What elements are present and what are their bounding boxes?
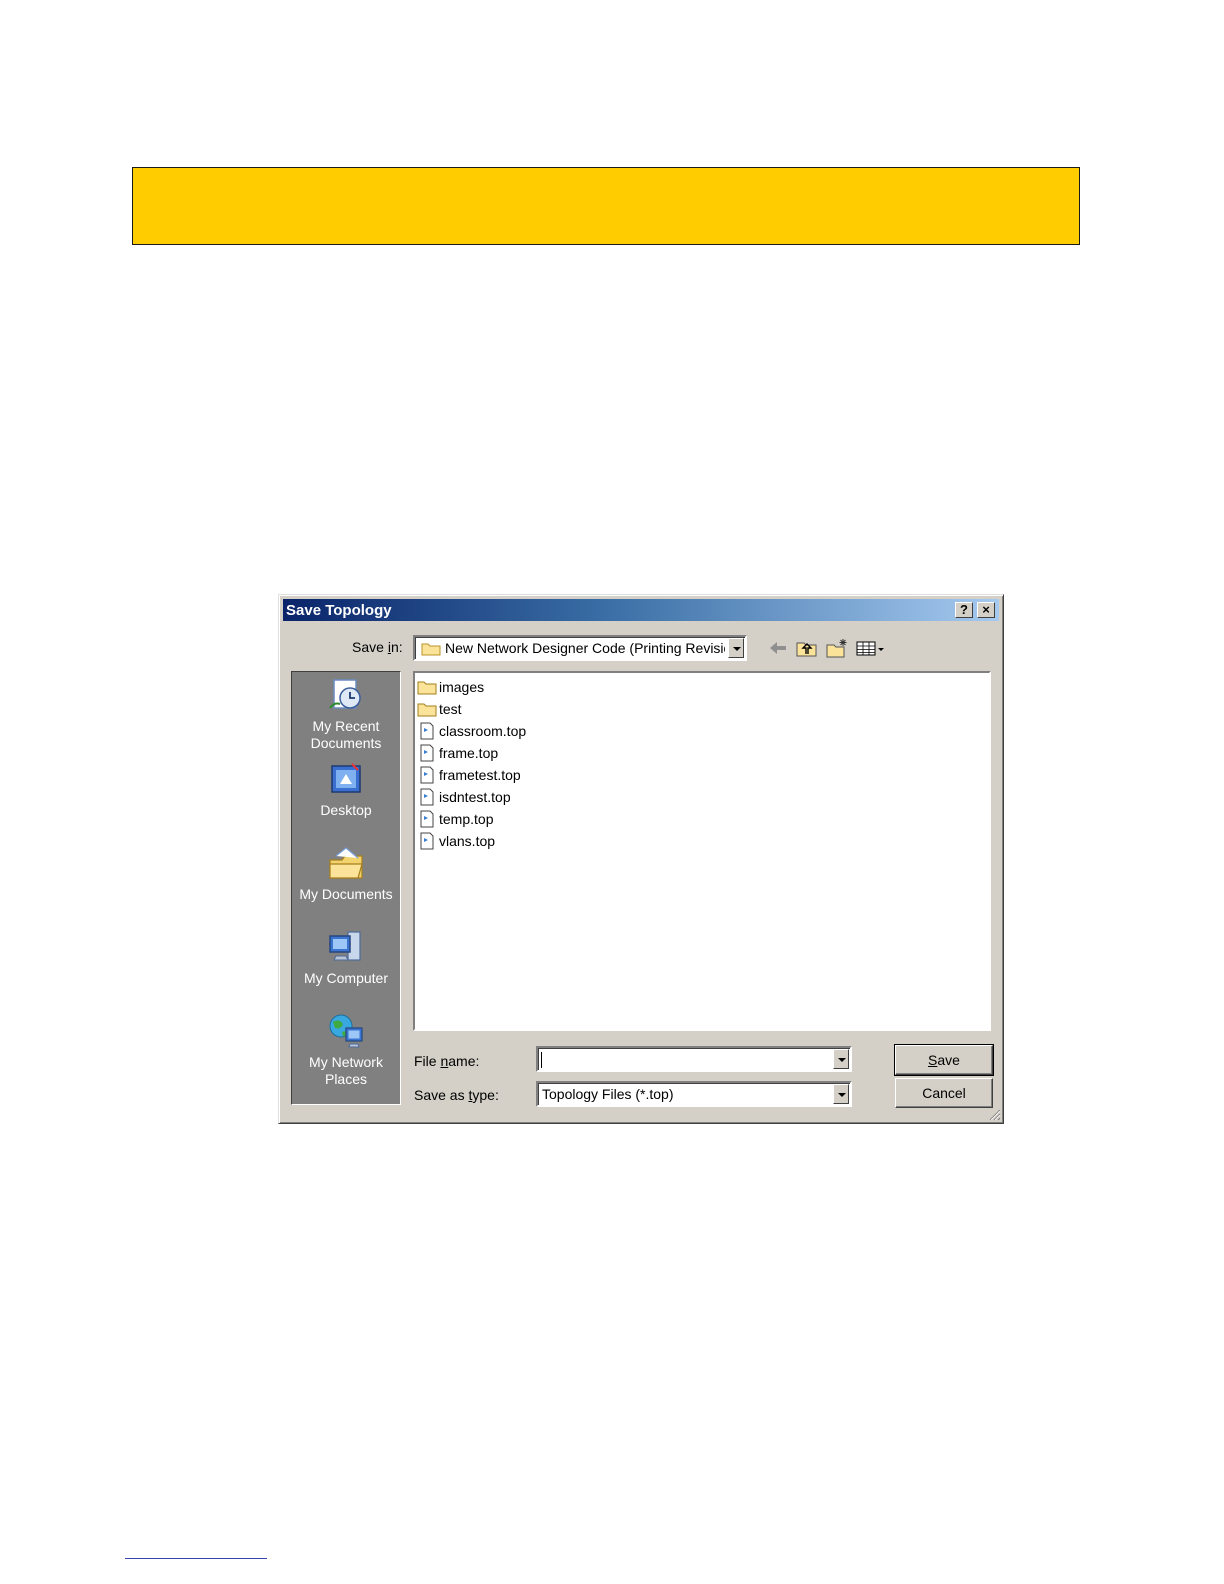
file-item[interactable]: isdntest.top [417,787,511,807]
place-label-recent-2: Documents [310,735,382,751]
file-list[interactable]: images test classroom.top frame.top frametes… [413,671,991,1031]
save-button-accel: S [928,1052,938,1068]
save-in-value: New Network Designer Code (Printing Revi… [445,640,725,656]
topology-file-icon [420,722,434,740]
close-button[interactable]: × [977,602,995,618]
my-computer-icon [329,931,361,961]
save-as-type-dropdown-arrow[interactable] [833,1084,849,1104]
place-label-desktop: Desktop [320,802,372,818]
file-item-name: test [439,701,462,717]
network-places-icon [329,1014,363,1048]
file-item-name: classroom.top [439,723,527,739]
folder-icon [417,681,437,695]
save-as-type-value: Topology Files (*.top) [542,1086,674,1102]
topology-file-icon [420,832,434,850]
back-arrow-icon[interactable] [767,638,791,658]
places-bar: My Recent Documents Desktop My Documents [291,671,401,1105]
place-label-recent-1: My Recent [312,718,380,734]
recent-documents-icon [329,679,361,709]
save-as-type-label: Save as type: [414,1087,499,1103]
save-in-label: Save in: [352,639,403,655]
folder-item[interactable]: images [417,677,484,697]
topology-file-icon [420,744,434,762]
topology-file-icon [420,788,434,806]
file-item[interactable]: frame.top [417,743,498,763]
place-label-network-2: Places [324,1071,368,1087]
place-my-network-places[interactable]: My Network Places [292,1012,400,1088]
save-as-type-label-text: Save as [414,1087,469,1103]
new-folder-icon[interactable] [825,638,849,658]
save-button[interactable]: Save [894,1044,994,1076]
cancel-button[interactable]: Cancel [895,1078,993,1108]
help-button[interactable]: ? [955,602,973,618]
place-desktop[interactable]: Desktop [292,760,400,819]
save-as-type-dropdown[interactable]: Topology Files (*.top) [536,1081,852,1107]
place-label-my-documents: My Documents [299,886,393,902]
topology-file-icon [420,810,434,828]
file-item-name: isdntest.top [439,789,511,805]
up-one-level-icon[interactable] [795,638,819,658]
file-name-label: File name: [414,1053,479,1069]
save-in-dropdown[interactable]: New Network Designer Code (Printing Revi… [413,635,747,661]
place-my-documents[interactable]: My Documents [292,844,400,903]
file-name-dropdown-arrow[interactable] [833,1049,849,1069]
save-button-label: ave [937,1052,960,1068]
place-my-computer[interactable]: My Computer [292,928,400,987]
dialog-title: Save Topology [286,602,392,619]
place-label-network-1: My Network [309,1054,383,1070]
file-item[interactable]: vlans.top [417,831,495,851]
folder-icon [421,643,441,656]
file-item[interactable]: frametest.top [417,765,521,785]
file-item-name: images [439,679,485,695]
resize-grip[interactable] [987,1107,1001,1121]
footnote-separator [125,1558,267,1559]
file-name-label-rest: ame: [448,1053,480,1069]
place-label-my-computer: My Computer [303,970,389,986]
file-item-name: temp.top [439,811,494,827]
text-cursor [541,1052,542,1068]
save-in-dropdown-arrow[interactable] [728,638,744,658]
save-as-type-label-rest: ype: [472,1087,499,1103]
file-item[interactable]: temp.top [417,809,493,829]
folder-icon [417,703,437,717]
file-item[interactable]: classroom.top [417,721,526,741]
place-my-recent-documents[interactable]: My Recent Documents [292,676,400,752]
file-item-name: vlans.top [439,833,496,849]
folder-item[interactable]: test [417,699,462,719]
save-in-label-text: Save [352,639,388,655]
file-name-input[interactable] [536,1046,852,1072]
file-item-name: frame.top [439,745,499,761]
file-name-label-text: File [414,1053,441,1069]
topology-file-icon [420,766,434,784]
desktop-icon [331,763,361,793]
title-bar[interactable]: Save Topology ? × [283,599,999,621]
view-menu-icon[interactable] [855,638,887,658]
my-documents-icon [329,847,363,879]
save-topology-dialog: Save Topology ? × Save in: New Network D… [278,594,1004,1124]
file-item-name: frametest.top [439,767,521,783]
save-in-label-rest: n: [390,639,403,655]
yellow-header-banner [132,167,1080,245]
